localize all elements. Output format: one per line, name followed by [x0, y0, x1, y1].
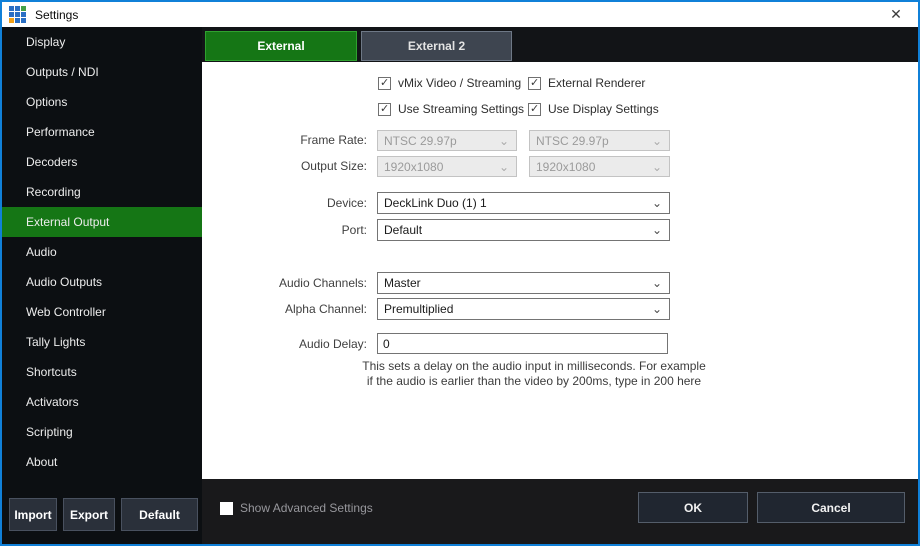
checkbox-label: Show Advanced Settings: [240, 501, 373, 515]
audio-delay-input[interactable]: [377, 333, 668, 354]
sidebar-item-display[interactable]: Display: [2, 27, 202, 57]
tab-external[interactable]: External: [205, 31, 357, 61]
audio-delay-help-text: This sets a delay on the audio input in …: [359, 359, 709, 389]
checkbox-label: Use Streaming Settings: [398, 102, 524, 116]
sidebar-item-performance[interactable]: Performance: [2, 117, 202, 147]
tab-external-2[interactable]: External 2: [361, 31, 512, 61]
checkbox-icon: [220, 502, 233, 515]
sidebar-item-outputs-ndi[interactable]: Outputs / NDI: [2, 57, 202, 87]
import-button[interactable]: Import: [9, 498, 57, 531]
checkbox-icon: [378, 103, 391, 116]
vmix-video-streaming-checkbox[interactable]: vMix Video / Streaming: [378, 76, 521, 90]
window-title: Settings: [35, 8, 78, 22]
frame-rate-select-2: NTSC 29.97p: [529, 130, 670, 151]
default-button[interactable]: Default: [121, 498, 198, 531]
alpha-channel-label: Alpha Channel:: [237, 302, 367, 316]
sidebar-item-shortcuts[interactable]: Shortcuts: [2, 357, 202, 387]
use-streaming-settings-checkbox[interactable]: Use Streaming Settings: [378, 102, 524, 116]
sidebar-item-tally-lights[interactable]: Tally Lights: [2, 327, 202, 357]
checkbox-label: Use Display Settings: [548, 102, 659, 116]
sidebar-item-scripting[interactable]: Scripting: [2, 417, 202, 447]
checkbox-icon: [378, 77, 391, 90]
frame-rate-label: Frame Rate:: [237, 133, 367, 147]
checkbox-icon: [528, 103, 541, 116]
output-size-select-1: 1920x1080: [377, 156, 517, 177]
audio-channels-select[interactable]: Master: [377, 272, 670, 294]
audio-channels-label: Audio Channels:: [237, 276, 367, 290]
sidebar-item-web-controller[interactable]: Web Controller: [2, 297, 202, 327]
sidebar-item-external-output[interactable]: External Output: [2, 207, 202, 237]
external-output-panel: vMix Video / Streaming External Renderer…: [202, 62, 918, 479]
close-icon[interactable]: ✕: [884, 4, 908, 25]
show-advanced-settings-checkbox[interactable]: Show Advanced Settings: [220, 501, 373, 515]
frame-rate-select-1: NTSC 29.97p: [377, 130, 517, 151]
use-display-settings-checkbox[interactable]: Use Display Settings: [528, 102, 659, 116]
device-label: Device:: [237, 196, 367, 210]
checkbox-label: External Renderer: [548, 76, 645, 90]
audio-delay-label: Audio Delay:: [237, 337, 367, 351]
vmix-logo-icon: [9, 6, 26, 23]
output-size-label: Output Size:: [237, 159, 367, 173]
ok-button[interactable]: OK: [638, 492, 748, 523]
port-label: Port:: [237, 223, 367, 237]
alpha-channel-select[interactable]: Premultiplied: [377, 298, 670, 320]
sidebar-item-about[interactable]: About: [2, 447, 202, 477]
output-size-select-2: 1920x1080: [529, 156, 670, 177]
external-renderer-checkbox[interactable]: External Renderer: [528, 76, 645, 90]
sidebar-item-recording[interactable]: Recording: [2, 177, 202, 207]
sidebar: Display Outputs / NDI Options Performanc…: [2, 27, 202, 544]
sidebar-item-options[interactable]: Options: [2, 87, 202, 117]
settings-window: Settings ✕ Display Outputs / NDI Options…: [0, 0, 920, 546]
sidebar-item-audio-outputs[interactable]: Audio Outputs: [2, 267, 202, 297]
footer-bar: Show Advanced Settings OK Cancel: [202, 479, 918, 544]
sidebar-item-audio[interactable]: Audio: [2, 237, 202, 267]
port-select[interactable]: Default: [377, 219, 670, 241]
checkbox-label: vMix Video / Streaming: [398, 76, 521, 90]
cancel-button[interactable]: Cancel: [757, 492, 905, 523]
sidebar-item-decoders[interactable]: Decoders: [2, 147, 202, 177]
sidebar-item-activators[interactable]: Activators: [2, 387, 202, 417]
tab-strip: External External 2: [202, 27, 918, 62]
checkbox-icon: [528, 77, 541, 90]
device-select[interactable]: DeckLink Duo (1) 1: [377, 192, 670, 214]
titlebar: Settings ✕: [2, 2, 918, 27]
export-button[interactable]: Export: [63, 498, 115, 531]
